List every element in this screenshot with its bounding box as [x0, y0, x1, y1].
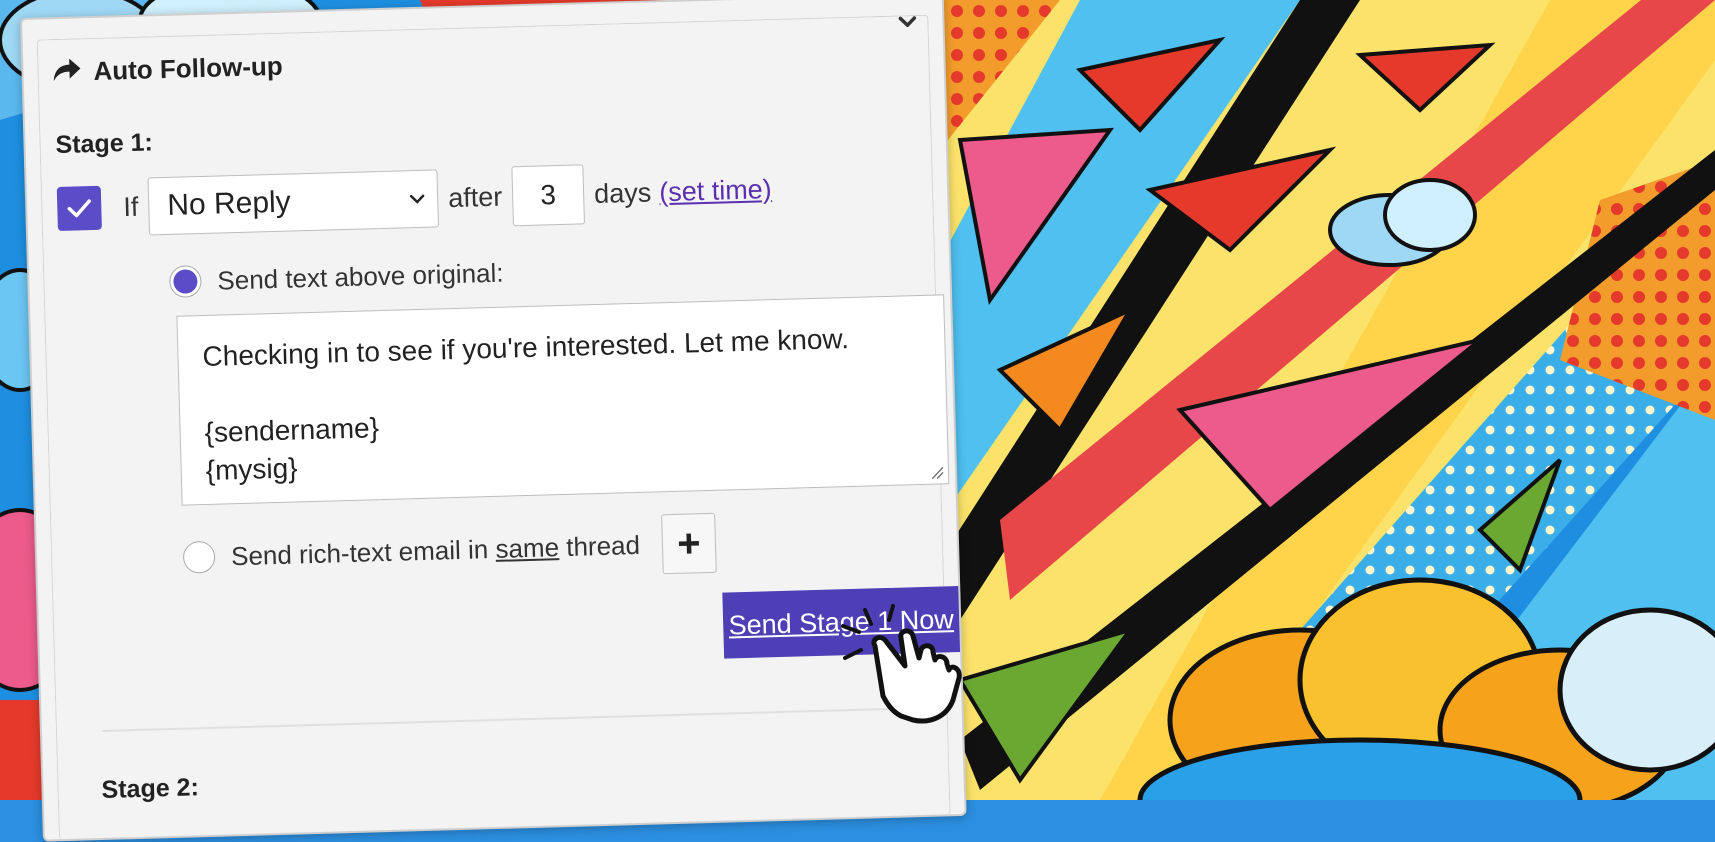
plus-icon: [678, 533, 699, 554]
panel-title: Auto Follow-up: [93, 50, 284, 86]
rich-text-suffix: thread: [558, 529, 641, 562]
follow-up-message-textarea[interactable]: Checking in to see if you're interested.…: [176, 294, 950, 506]
stage-1-enabled-checkbox[interactable]: [56, 185, 102, 232]
condition-value: No Reply: [166, 185, 292, 222]
add-rich-text-button[interactable]: [661, 512, 717, 575]
days-label: days: [593, 176, 652, 209]
send-rich-text-radio[interactable]: [182, 540, 216, 574]
message-line-1: Checking in to see if you're interested.…: [202, 322, 850, 373]
stage-1-label: Stage 1:: [55, 128, 154, 160]
pointing-hand-cursor-icon: [835, 598, 985, 733]
days-input[interactable]: 3: [511, 164, 586, 227]
auto-follow-up-panel: Auto Follow-up Stage 1: If No Reply afte…: [20, 0, 967, 842]
panel-header: Auto Follow-up: [51, 51, 283, 88]
send-rich-text-label: Send rich-text email in same thread: [231, 529, 641, 571]
after-label: after: [447, 181, 503, 213]
rich-text-prefix: Send rich-text email in: [230, 533, 496, 571]
set-time-link[interactable]: (set time): [659, 174, 772, 208]
condition-select[interactable]: No Reply: [147, 169, 440, 236]
share-arrow-icon: [51, 56, 82, 88]
chevron-down-icon[interactable]: [894, 9, 921, 36]
resize-grip-icon[interactable]: [930, 465, 944, 480]
send-text-above-radio[interactable]: [168, 265, 202, 298]
radio-selected-dot: [173, 269, 198, 294]
stage-2-label: Stage 2:: [101, 773, 200, 805]
rich-text-emphasis: same: [495, 531, 560, 564]
if-label: If: [122, 191, 139, 222]
checkmark-icon: [67, 199, 91, 218]
dropdown-caret-icon: [409, 194, 425, 204]
